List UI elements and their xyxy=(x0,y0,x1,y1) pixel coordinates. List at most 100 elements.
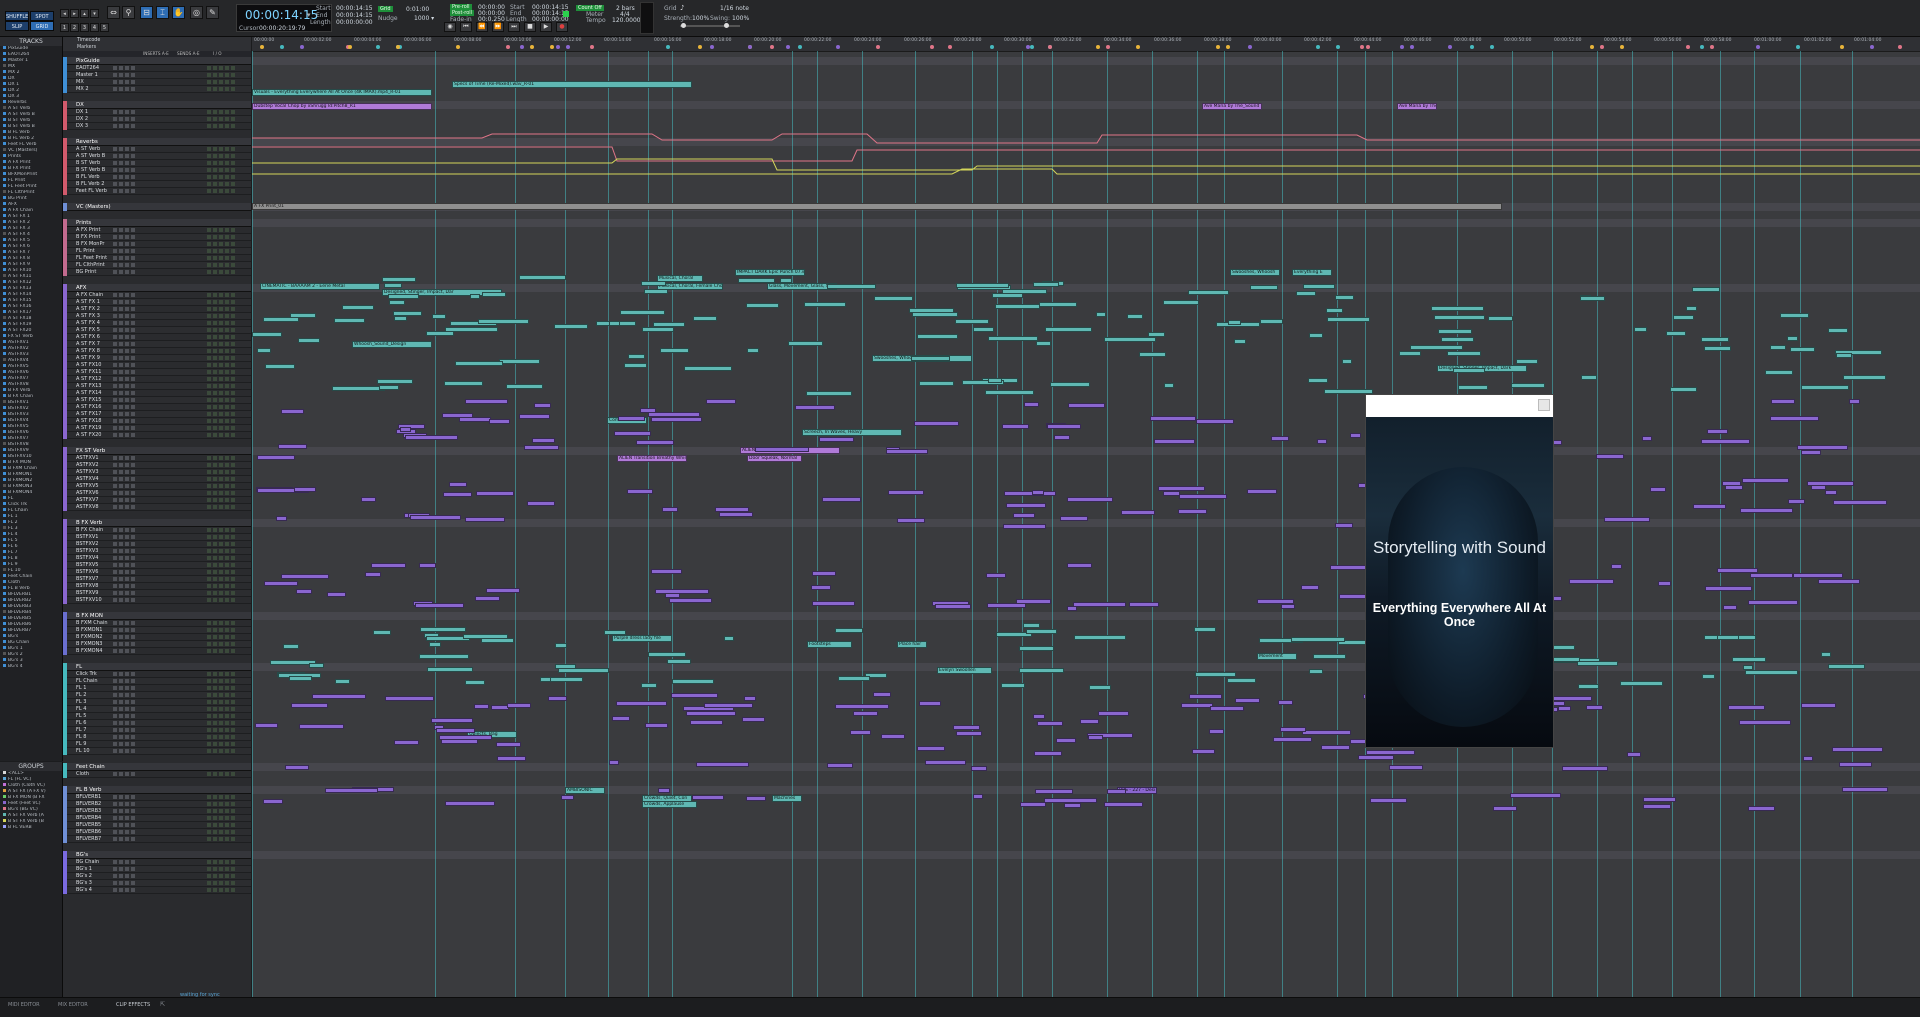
strength-slider[interactable] xyxy=(680,25,740,27)
track-io-chip[interactable] xyxy=(231,412,235,416)
audio-clip[interactable] xyxy=(988,378,1002,383)
track-show-icon[interactable] xyxy=(3,328,6,331)
track-io-chip[interactable] xyxy=(225,189,229,193)
audio-clip[interactable] xyxy=(1701,337,1729,342)
track-io-chip[interactable] xyxy=(207,154,211,158)
audio-clip[interactable]: CINEMATIC - BAAAAM 2 - Eerie Metal xyxy=(260,283,380,290)
track-solo-mute-button[interactable] xyxy=(113,498,117,502)
track-io-chip[interactable] xyxy=(207,628,211,632)
track-solo-mute-button[interactable] xyxy=(113,377,117,381)
track-solo-mute-button[interactable] xyxy=(113,772,117,776)
track-solo-mute-button[interactable] xyxy=(131,556,135,560)
track-io-chip[interactable] xyxy=(231,391,235,395)
track-io-chip[interactable] xyxy=(213,242,217,246)
track-solo-mute-button[interactable] xyxy=(131,235,135,239)
track-solo-mute-button[interactable] xyxy=(125,728,129,732)
track-io-chip[interactable] xyxy=(231,505,235,509)
track-solo-mute-button[interactable] xyxy=(119,795,123,799)
audio-clip[interactable] xyxy=(1074,635,1126,640)
track-io-chip[interactable] xyxy=(231,549,235,553)
track-io-chip[interactable] xyxy=(225,563,229,567)
track-show-icon[interactable] xyxy=(3,400,6,403)
track-solo-mute-button[interactable] xyxy=(131,491,135,495)
track-io-chip[interactable] xyxy=(219,328,223,332)
track-io-chip[interactable] xyxy=(231,189,235,193)
stop-button[interactable]: ■ xyxy=(524,22,536,32)
track-io-chip[interactable] xyxy=(231,270,235,274)
track-io-chip[interactable] xyxy=(219,484,223,488)
track-io-chip[interactable] xyxy=(207,735,211,739)
audio-clip[interactable] xyxy=(1740,508,1793,513)
track-io-chip[interactable] xyxy=(207,707,211,711)
track-io-chip[interactable] xyxy=(225,263,229,267)
track-name[interactable]: A ST FX19 xyxy=(76,425,102,432)
track-io-chip[interactable] xyxy=(207,686,211,690)
audio-clip[interactable] xyxy=(640,408,656,413)
track-solo-mute-button[interactable] xyxy=(125,749,129,753)
track-header[interactable]: MX xyxy=(63,79,251,86)
track-io-chip[interactable] xyxy=(213,405,217,409)
track-solo-mute-button[interactable] xyxy=(113,242,117,246)
track-io-chip[interactable] xyxy=(219,175,223,179)
audio-clip[interactable] xyxy=(1510,793,1561,798)
track-io-chip[interactable] xyxy=(213,412,217,416)
track-io-chip[interactable] xyxy=(207,570,211,574)
track-header[interactable]: ASTFXV8 xyxy=(63,504,251,511)
grid2-value[interactable]: 1/16 note xyxy=(720,5,749,12)
audio-clip[interactable] xyxy=(410,515,461,520)
track-io-chip[interactable] xyxy=(231,802,235,806)
track-io-chip[interactable] xyxy=(213,168,217,172)
track-io-chip[interactable] xyxy=(219,419,223,423)
track-show-icon[interactable] xyxy=(3,550,6,553)
audio-clip[interactable] xyxy=(1358,755,1394,760)
track-solo-mute-button[interactable] xyxy=(119,635,123,639)
audio-clip[interactable] xyxy=(917,334,958,339)
track-name[interactable]: BSTFXV4 xyxy=(76,555,98,562)
track-show-icon[interactable] xyxy=(3,160,6,163)
track-io-chip[interactable] xyxy=(219,809,223,813)
track-io-chip[interactable] xyxy=(213,470,217,474)
track-io-chip[interactable] xyxy=(207,809,211,813)
track-io-chip[interactable] xyxy=(219,686,223,690)
track-header[interactable]: BG's 4 xyxy=(63,887,251,894)
track-header[interactable]: ASTFXV2 xyxy=(63,462,251,469)
track-solo-mute-button[interactable] xyxy=(131,809,135,813)
track-solo-mute-button[interactable] xyxy=(125,830,129,834)
audio-clip[interactable] xyxy=(1488,316,1513,321)
track-name[interactable]: BG's 4 xyxy=(76,887,92,894)
audio-clip[interactable] xyxy=(914,421,959,426)
track-io-chip[interactable] xyxy=(219,477,223,481)
audio-clip[interactable] xyxy=(925,760,966,765)
track-solo-mute-button[interactable] xyxy=(131,314,135,318)
track-solo-mute-button[interactable] xyxy=(131,398,135,402)
track-solo-mute-button[interactable] xyxy=(131,249,135,253)
track-solo-mute-button[interactable] xyxy=(119,426,123,430)
audio-clip[interactable] xyxy=(384,283,402,288)
track-solo-mute-button[interactable] xyxy=(125,391,129,395)
audio-clip[interactable] xyxy=(527,501,555,506)
track-name[interactable]: A ST FX 2 xyxy=(76,306,100,313)
track-io-chip[interactable] xyxy=(231,168,235,172)
track-header[interactable]: A ST FX16 xyxy=(63,404,251,411)
audio-clip[interactable] xyxy=(1801,450,1821,455)
folder-track-name[interactable]: Reverbs xyxy=(76,138,98,146)
audio-clip[interactable] xyxy=(1770,345,1786,350)
folder-track-header[interactable]: Feet Chain xyxy=(63,763,251,771)
track-header[interactable]: A ST FX 2 xyxy=(63,306,251,313)
audio-clip[interactable] xyxy=(819,437,854,442)
track-io-chip[interactable] xyxy=(207,168,211,172)
track-show-icon[interactable] xyxy=(3,586,6,589)
track-show-icon[interactable] xyxy=(3,634,6,637)
track-io-chip[interactable] xyxy=(219,249,223,253)
track-io-chip[interactable] xyxy=(231,542,235,546)
audio-clip[interactable] xyxy=(1073,602,1126,607)
audio-clip[interactable]: Ave Maria by The xyxy=(1397,103,1437,110)
track-show-icon[interactable] xyxy=(3,148,6,151)
audio-clip[interactable] xyxy=(1650,487,1666,492)
track-solo-mute-button[interactable] xyxy=(119,505,123,509)
track-io-chip[interactable] xyxy=(213,823,217,827)
track-solo-mute-button[interactable] xyxy=(125,498,129,502)
audio-clip[interactable] xyxy=(1107,789,1126,794)
track-solo-mute-button[interactable] xyxy=(125,182,129,186)
track-io-chip[interactable] xyxy=(213,377,217,381)
